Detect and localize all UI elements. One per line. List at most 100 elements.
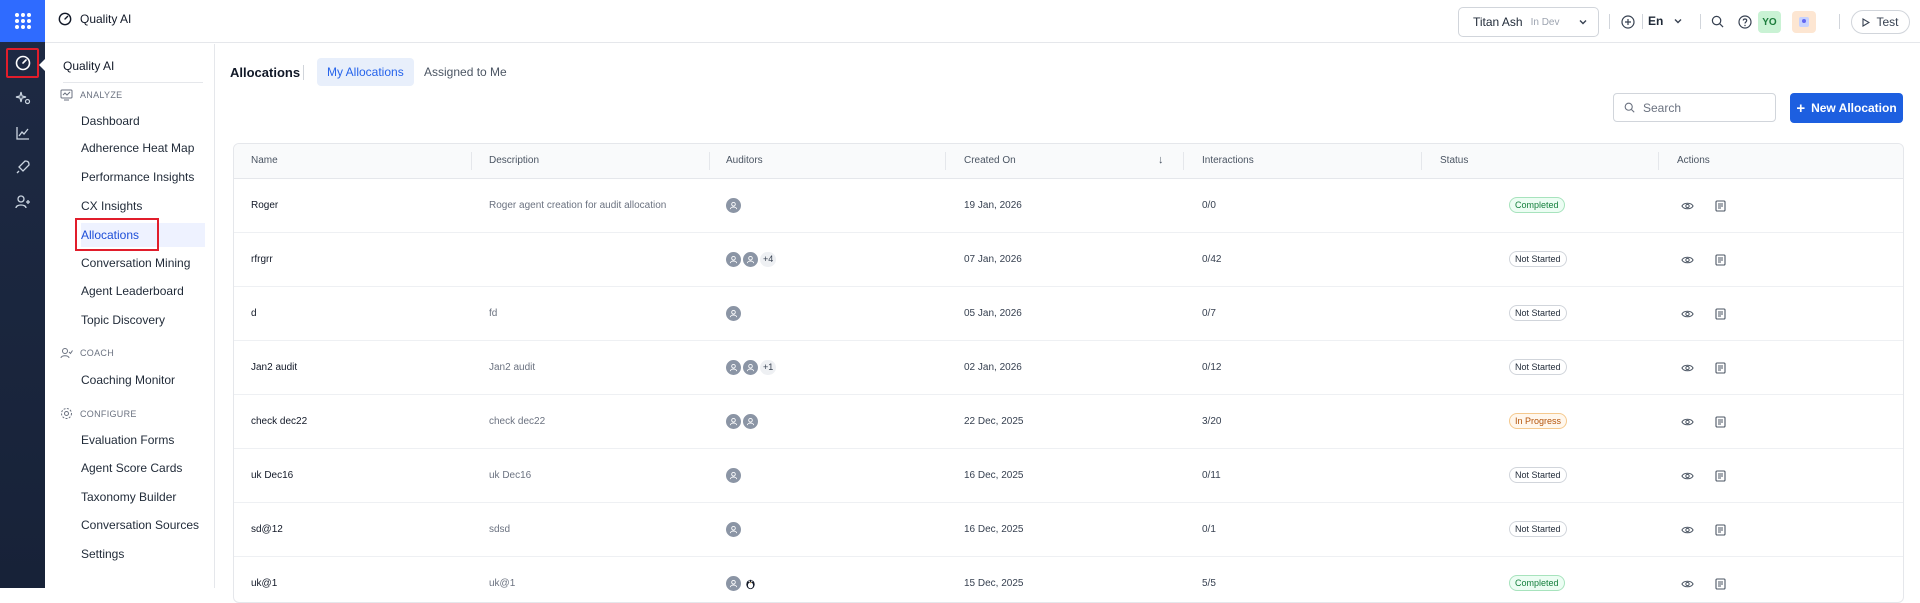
quality-ai-rail-icon[interactable] (6, 48, 39, 78)
table-row[interactable]: d fd 05 Jan, 2026 0/7 Not Started (234, 287, 1903, 341)
divider (63, 82, 203, 83)
column-header-description[interactable]: Description (489, 155, 539, 166)
auditor-avatars[interactable]: +1 (726, 360, 777, 375)
column-header-created-on[interactable]: Created On (964, 155, 1016, 166)
auditor-avatars[interactable] (726, 468, 741, 483)
column-divider (471, 152, 472, 170)
user-avatar-icon (726, 252, 741, 267)
sidebar-item-taxonomy-builder[interactable]: Taxonomy Builder (81, 485, 205, 509)
sidebar-item-conversation-mining[interactable]: Conversation Mining (81, 251, 205, 275)
table-row[interactable]: rfrgrr +4 07 Jan, 2026 0/42 Not Started (234, 233, 1903, 287)
column-header-actions: Actions (1677, 155, 1710, 166)
column-divider (709, 152, 710, 170)
tenant-selector[interactable]: Titan Ash In Dev (1458, 7, 1599, 37)
sidebar-item-agent-score-cards[interactable]: Agent Score Cards (81, 456, 205, 480)
view-eye-icon[interactable] (1680, 199, 1694, 213)
report-document-icon[interactable] (1713, 199, 1727, 213)
chevron-down-icon (1579, 20, 1587, 25)
analytics-chart-icon[interactable] (6, 118, 39, 148)
app-launcher-icon[interactable] (0, 0, 45, 42)
sidebar-item-evaluation-forms[interactable]: Evaluation Forms (81, 428, 205, 452)
auditor-avatars[interactable]: +4 (726, 252, 777, 267)
cell-description: fd (489, 308, 498, 319)
language-label: En (1648, 14, 1664, 28)
table-row[interactable]: uk Dec16 uk Dec16 16 Dec, 2025 0/11 Not Star… (234, 449, 1903, 503)
column-header-interactions[interactable]: Interactions (1202, 155, 1254, 166)
report-document-icon[interactable] (1713, 523, 1727, 537)
add-user-icon[interactable] (6, 187, 39, 217)
report-document-icon[interactable] (1713, 469, 1727, 483)
sidebar-item-adherence-heat-map[interactable]: Adherence Heat Map (81, 136, 205, 160)
table-row[interactable]: Jan2 audit Jan2 audit +1 02 Jan, 2026 0/12 No… (234, 341, 1903, 395)
view-eye-icon[interactable] (1680, 253, 1694, 267)
help-icon[interactable] (1736, 13, 1753, 30)
cell-description: Roger agent creation for audit allocatio… (489, 200, 667, 211)
quality-ai-logo-icon (58, 12, 72, 26)
search-icon[interactable] (1709, 13, 1726, 30)
main-content: Allocations My Allocations Assigned to M… (215, 44, 1920, 603)
profile-image-icon[interactable] (1792, 11, 1816, 33)
auditor-avatars[interactable] (726, 576, 758, 591)
sort-arrow-icon[interactable]: ↓ (1158, 154, 1164, 166)
report-document-icon[interactable] (1713, 415, 1727, 429)
divider (1642, 14, 1643, 29)
view-eye-icon[interactable] (1680, 307, 1694, 321)
tenant-name: Titan Ash (1473, 15, 1523, 29)
tab-assigned-to-me[interactable]: Assigned to Me (414, 58, 517, 86)
section-label: CONFIGURE (80, 408, 137, 419)
cell-created-on: 16 Dec, 2025 (964, 470, 1024, 481)
status-badge: Completed (1509, 575, 1565, 591)
sparkle-agent-icon[interactable] (6, 83, 39, 113)
status-badge: Completed (1509, 197, 1565, 213)
column-header-status[interactable]: Status (1440, 155, 1468, 166)
table-row[interactable]: check dec22 check dec22 22 Dec, 2025 3/20 In… (234, 395, 1903, 449)
search-box[interactable] (1613, 93, 1776, 122)
more-auditors-count[interactable]: +1 (760, 360, 777, 375)
report-document-icon[interactable] (1713, 361, 1727, 375)
report-document-icon[interactable] (1713, 307, 1727, 321)
sidebar-item-conversation-sources[interactable]: Conversation Sources (81, 513, 205, 537)
table-row[interactable]: Roger Roger agent creation for audit allo… (234, 179, 1903, 233)
view-eye-icon[interactable] (1680, 415, 1694, 429)
view-eye-icon[interactable] (1680, 469, 1694, 483)
view-eye-icon[interactable] (1680, 361, 1694, 375)
report-document-icon[interactable] (1713, 577, 1727, 591)
auditor-avatars[interactable] (726, 414, 758, 429)
view-eye-icon[interactable] (1680, 577, 1694, 591)
brand[interactable]: Quality AI (58, 12, 131, 26)
sidebar-item-topic-discovery[interactable]: Topic Discovery (81, 308, 205, 332)
auditor-avatars[interactable] (726, 522, 741, 537)
table-row[interactable]: sd@12 sdsd 16 Dec, 2025 0/1 Not Started (234, 503, 1903, 557)
test-button[interactable]: Test (1851, 10, 1910, 34)
status-badge: Not Started (1509, 521, 1567, 537)
more-auditors-count[interactable]: +4 (760, 252, 777, 267)
cell-description: Jan2 audit (489, 362, 536, 373)
user-avatar[interactable]: YO (1758, 11, 1781, 33)
table-row[interactable]: uk@1 uk@1 15 Dec, 2025 5/5 Completed (234, 557, 1903, 602)
sidebar-item-coaching-monitor[interactable]: Coaching Monitor (81, 368, 205, 392)
report-document-icon[interactable] (1713, 253, 1727, 267)
cell-description: check dec22 (489, 416, 546, 427)
app-rail (0, 0, 46, 588)
view-eye-icon[interactable] (1680, 523, 1694, 537)
sidebar-item-dashboard[interactable]: Dashboard (81, 109, 205, 133)
column-header-name[interactable]: Name (251, 155, 278, 166)
penguin-avatar-icon (743, 576, 758, 591)
sidebar-item-agent-leaderboard[interactable]: Agent Leaderboard (81, 279, 205, 303)
new-allocation-button[interactable]: + New Allocation (1790, 93, 1903, 123)
tab-my-allocations[interactable]: My Allocations (317, 58, 414, 86)
cell-description: sdsd (489, 524, 511, 535)
search-input[interactable] (1643, 100, 1763, 115)
column-header-auditors[interactable]: Auditors (726, 155, 763, 166)
auditor-avatars[interactable] (726, 306, 741, 321)
status-badge: Not Started (1509, 305, 1567, 321)
language-selector[interactable]: En (1648, 14, 1683, 28)
rocket-icon[interactable] (6, 152, 39, 182)
auditor-avatars[interactable] (726, 198, 741, 213)
column-divider (1421, 152, 1422, 170)
sidebar-item-performance-insights[interactable]: Performance Insights (81, 165, 205, 189)
sidebar-item-settings[interactable]: Settings (81, 542, 205, 566)
coach-icon (60, 348, 73, 359)
add-circle-icon[interactable] (1619, 13, 1636, 30)
sidebar-item-cx-insights[interactable]: CX Insights (81, 194, 205, 218)
